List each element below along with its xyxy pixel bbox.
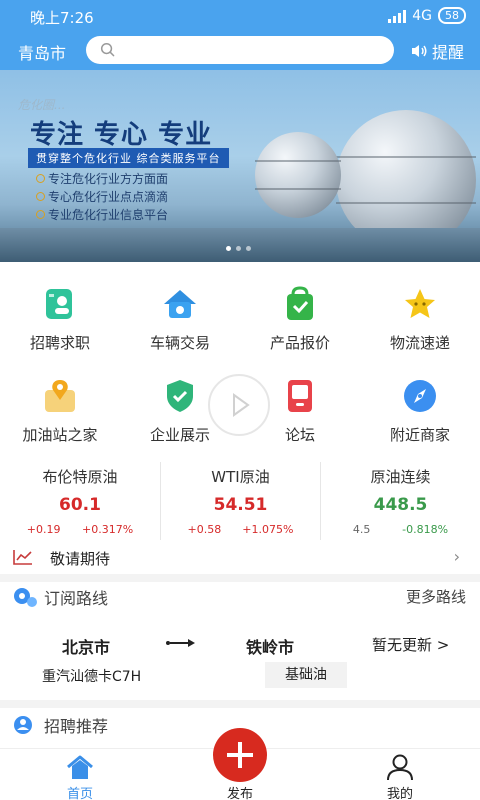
quote-change: +0.19: [26, 523, 61, 536]
user-icon: [387, 754, 413, 781]
quote-change: +0.58: [187, 523, 222, 536]
notice-row[interactable]: 敬请期待 ›: [0, 540, 480, 574]
quote-name: WTI原油: [211, 468, 270, 486]
quote-wti[interactable]: WTI原油 54.51 +0.58 +1.075%: [160, 462, 320, 540]
tank-sphere-small: [255, 132, 341, 218]
route-card[interactable]: 北京市 铁岭市 暂无更新 > 重汽汕德卡C7H 基础油: [0, 620, 480, 700]
quote-change: 4.5: [352, 523, 371, 536]
grid-label: 附近商家: [389, 426, 450, 444]
speaker-icon: [411, 45, 427, 57]
grid-item-logistics[interactable]: 物流速递: [360, 284, 480, 353]
subscribe-section-header: 订阅路线 更多路线: [0, 582, 480, 612]
banner-watermark: 危化圈...: [18, 98, 66, 112]
signal-icon: [388, 9, 407, 23]
quote-value: 54.51: [213, 495, 268, 515]
banner-bullet: 专心危化行业点点滴滴: [35, 190, 169, 204]
grid-label: 论坛: [284, 426, 315, 444]
subscribe-title: 订阅路线: [44, 589, 109, 608]
grid-item-vehicle-trade[interactable]: 车辆交易: [120, 284, 240, 353]
logistics-icon: [400, 284, 440, 324]
grid-label: 物流速递: [389, 334, 450, 352]
route-destination: 铁岭市: [246, 638, 295, 657]
divider: [0, 700, 480, 708]
grid-label: 加油站之家: [22, 426, 98, 444]
grid-item-product-quote[interactable]: 产品报价: [240, 284, 360, 353]
quote-change-row: 4.5 -0.818%: [321, 523, 480, 536]
grid-item-forum[interactable]: 论坛: [240, 376, 360, 445]
route-origin: 北京市: [62, 638, 111, 657]
ground: [0, 228, 480, 262]
route-arrow-icon: [166, 639, 195, 647]
route-update-status[interactable]: 暂无更新 >: [372, 634, 449, 655]
grid-label: 车辆交易: [149, 334, 210, 352]
remind-label: 提醒: [431, 43, 464, 62]
status-time: 晚上7:26: [30, 9, 94, 27]
battery-level: 58: [438, 7, 466, 24]
quote-crude-continuous[interactable]: 原油连续 448.5 4.5 -0.818%: [320, 462, 480, 540]
trend-chart-icon: [13, 550, 32, 565]
status-right: 4G 58: [388, 7, 466, 24]
banner-bullet: 专业危化行业信息平台: [35, 208, 169, 222]
city-selector[interactable]: 青岛市: [18, 40, 66, 64]
vehicle-trade-icon: [160, 284, 200, 324]
truck-model: 重汽汕德卡C7H: [42, 669, 142, 685]
enterprise-icon: [160, 376, 200, 416]
banner-ribbon: 贯穿整个危化行业 综合类服务平台: [28, 148, 229, 168]
quote-brent[interactable]: 布伦特原油 60.1 +0.19 +0.317%: [0, 462, 160, 540]
home-icon: [67, 755, 93, 779]
grid-item-recruit[interactable]: 招聘求职: [0, 284, 120, 353]
recruit-person-icon: [14, 716, 32, 734]
banner-bullet: 专注危化行业方方面面: [35, 172, 169, 186]
quote-value: 60.1: [59, 495, 101, 515]
publish-plus-button[interactable]: [213, 728, 267, 782]
top-bar: 晚上7:26 4G 58 青岛市 提醒: [0, 0, 480, 70]
chevron-right-icon: ›: [453, 547, 460, 566]
forum-icon: [280, 376, 320, 416]
remind-button[interactable]: 提醒: [410, 39, 464, 63]
quote-change-row: +0.58 +1.075%: [161, 523, 320, 536]
route-icon: [14, 588, 37, 607]
market-quotes: 布伦特原油 60.1 +0.19 +0.317% WTI原油 54.51 +0.…: [0, 462, 480, 540]
header: 青岛市 提醒: [0, 32, 480, 70]
grid-label: 招聘求职: [29, 334, 90, 352]
quote-name: 布伦特原油: [42, 468, 118, 486]
gas-station-icon: [40, 376, 80, 416]
more-routes-link[interactable]: 更多路线: [406, 586, 466, 607]
grid-item-gas-station[interactable]: 加油站之家: [0, 376, 120, 445]
carousel-indicator: [226, 246, 251, 251]
cargo-tag: 基础油: [265, 662, 347, 688]
grid-label: 产品报价: [269, 334, 330, 352]
grid-item-nearby-merchant[interactable]: 附近商家: [360, 376, 480, 445]
banner-headline: 专注 专心 专业: [30, 120, 213, 150]
quote-name: 原油连续: [370, 468, 431, 486]
quote-change-row: +0.19 +0.317%: [0, 523, 160, 536]
tab-publish-label: 发布: [226, 787, 253, 800]
product-quote-icon: [280, 284, 320, 324]
quote-percent: +0.317%: [82, 523, 134, 536]
feature-grid: 招聘求职 车辆交易 产品报价 物流速递 加油站之家 企业展示 论坛 附近商家: [0, 262, 480, 462]
search-input[interactable]: [86, 36, 394, 64]
divider: [0, 574, 480, 582]
search-icon: [100, 42, 115, 57]
notice-text: 敬请期待: [50, 550, 111, 568]
quote-value: 448.5: [373, 495, 428, 515]
tab-mine-label: 我的: [386, 787, 413, 800]
quote-percent: -0.818%: [402, 523, 449, 536]
recruit-title: 招聘推荐: [44, 717, 109, 736]
nearby-merchant-icon: [400, 376, 440, 416]
tab-home-label: 首页: [66, 787, 93, 800]
status-bar: 晚上7:26 4G 58: [0, 0, 480, 32]
network-type: 4G: [412, 7, 432, 24]
recruit-icon: [40, 284, 80, 324]
banner-carousel[interactable]: 危化圈... 专注 专心 专业 贯穿整个危化行业 综合类服务平台 专注危化行业方…: [0, 70, 480, 262]
quote-percent: +1.075%: [242, 523, 294, 536]
